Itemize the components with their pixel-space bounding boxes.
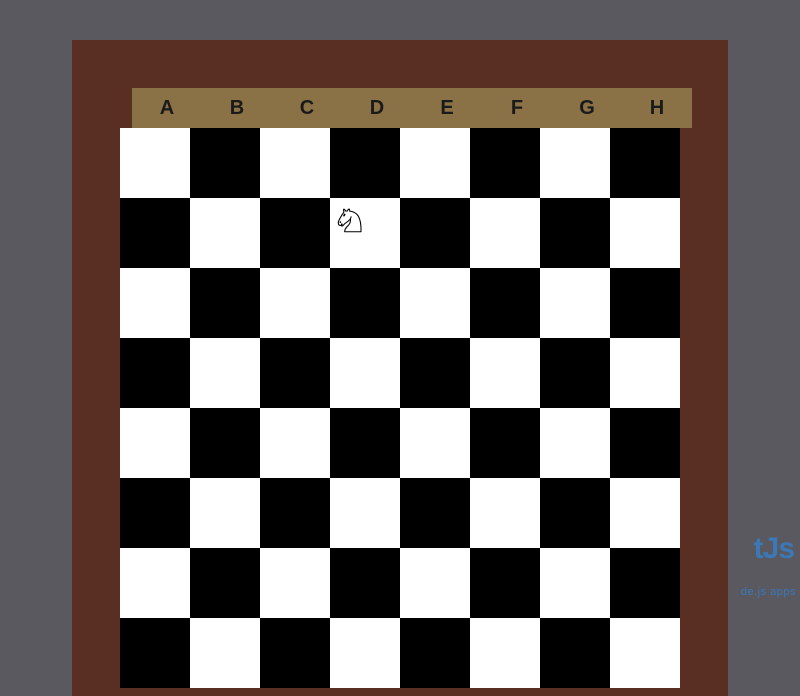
square-c7[interactable] — [260, 198, 330, 268]
square-b3[interactable] — [190, 478, 260, 548]
square-f2[interactable] — [470, 548, 540, 618]
square-d5[interactable] — [330, 338, 400, 408]
file-label-h: H — [622, 88, 692, 128]
square-c2[interactable] — [260, 548, 330, 618]
square-e5[interactable] — [400, 338, 470, 408]
square-e7[interactable] — [400, 198, 470, 268]
square-g1[interactable] — [540, 618, 610, 688]
file-label-g: G — [552, 88, 622, 128]
square-h8[interactable] — [610, 128, 680, 198]
file-label-e: E — [412, 88, 482, 128]
square-c3[interactable] — [260, 478, 330, 548]
square-h2[interactable] — [610, 548, 680, 618]
square-a5[interactable] — [120, 338, 190, 408]
square-g6[interactable] — [540, 268, 610, 338]
square-e4[interactable] — [400, 408, 470, 478]
square-g3[interactable] — [540, 478, 610, 548]
square-b4[interactable] — [190, 408, 260, 478]
square-f5[interactable] — [470, 338, 540, 408]
square-b1[interactable] — [190, 618, 260, 688]
watermark-logo: tJs — [754, 532, 794, 566]
square-c5[interactable] — [260, 338, 330, 408]
file-label-d: D — [342, 88, 412, 128]
square-g4[interactable] — [540, 408, 610, 478]
square-d1[interactable] — [330, 618, 400, 688]
square-g2[interactable] — [540, 548, 610, 618]
square-h6[interactable] — [610, 268, 680, 338]
square-b7[interactable] — [190, 198, 260, 268]
square-g7[interactable] — [540, 198, 610, 268]
file-label-a: A — [132, 88, 202, 128]
square-h4[interactable] — [610, 408, 680, 478]
square-b6[interactable] — [190, 268, 260, 338]
square-e2[interactable] — [400, 548, 470, 618]
square-c8[interactable] — [260, 128, 330, 198]
square-g5[interactable] — [540, 338, 610, 408]
chess-board-frame: ABCDEFGH — [72, 40, 728, 696]
square-e6[interactable] — [400, 268, 470, 338]
square-f7[interactable] — [470, 198, 540, 268]
square-a7[interactable] — [120, 198, 190, 268]
square-a3[interactable] — [120, 478, 190, 548]
square-f6[interactable] — [470, 268, 540, 338]
square-e8[interactable] — [400, 128, 470, 198]
square-f8[interactable] — [470, 128, 540, 198]
square-h3[interactable] — [610, 478, 680, 548]
square-d2[interactable] — [330, 548, 400, 618]
square-h5[interactable] — [610, 338, 680, 408]
square-e3[interactable] — [400, 478, 470, 548]
square-d7[interactable] — [330, 198, 400, 268]
square-h7[interactable] — [610, 198, 680, 268]
square-f4[interactable] — [470, 408, 540, 478]
square-b5[interactable] — [190, 338, 260, 408]
square-b8[interactable] — [190, 128, 260, 198]
file-label-b: B — [202, 88, 272, 128]
square-d4[interactable] — [330, 408, 400, 478]
file-label-c: C — [272, 88, 342, 128]
square-a6[interactable] — [120, 268, 190, 338]
square-b2[interactable] — [190, 548, 260, 618]
file-label-f: F — [482, 88, 552, 128]
square-c4[interactable] — [260, 408, 330, 478]
square-g8[interactable] — [540, 128, 610, 198]
square-d3[interactable] — [330, 478, 400, 548]
square-d6[interactable] — [330, 268, 400, 338]
square-f3[interactable] — [470, 478, 540, 548]
square-a8[interactable] — [120, 128, 190, 198]
white-knight-icon[interactable] — [334, 204, 366, 236]
chess-board[interactable] — [120, 128, 680, 688]
watermark-tagline: de.js apps — [741, 586, 796, 598]
square-e1[interactable] — [400, 618, 470, 688]
square-a4[interactable] — [120, 408, 190, 478]
square-f1[interactable] — [470, 618, 540, 688]
square-c6[interactable] — [260, 268, 330, 338]
file-label-row: ABCDEFGH — [132, 88, 692, 128]
square-a1[interactable] — [120, 618, 190, 688]
square-d8[interactable] — [330, 128, 400, 198]
square-c1[interactable] — [260, 618, 330, 688]
square-h1[interactable] — [610, 618, 680, 688]
square-a2[interactable] — [120, 548, 190, 618]
